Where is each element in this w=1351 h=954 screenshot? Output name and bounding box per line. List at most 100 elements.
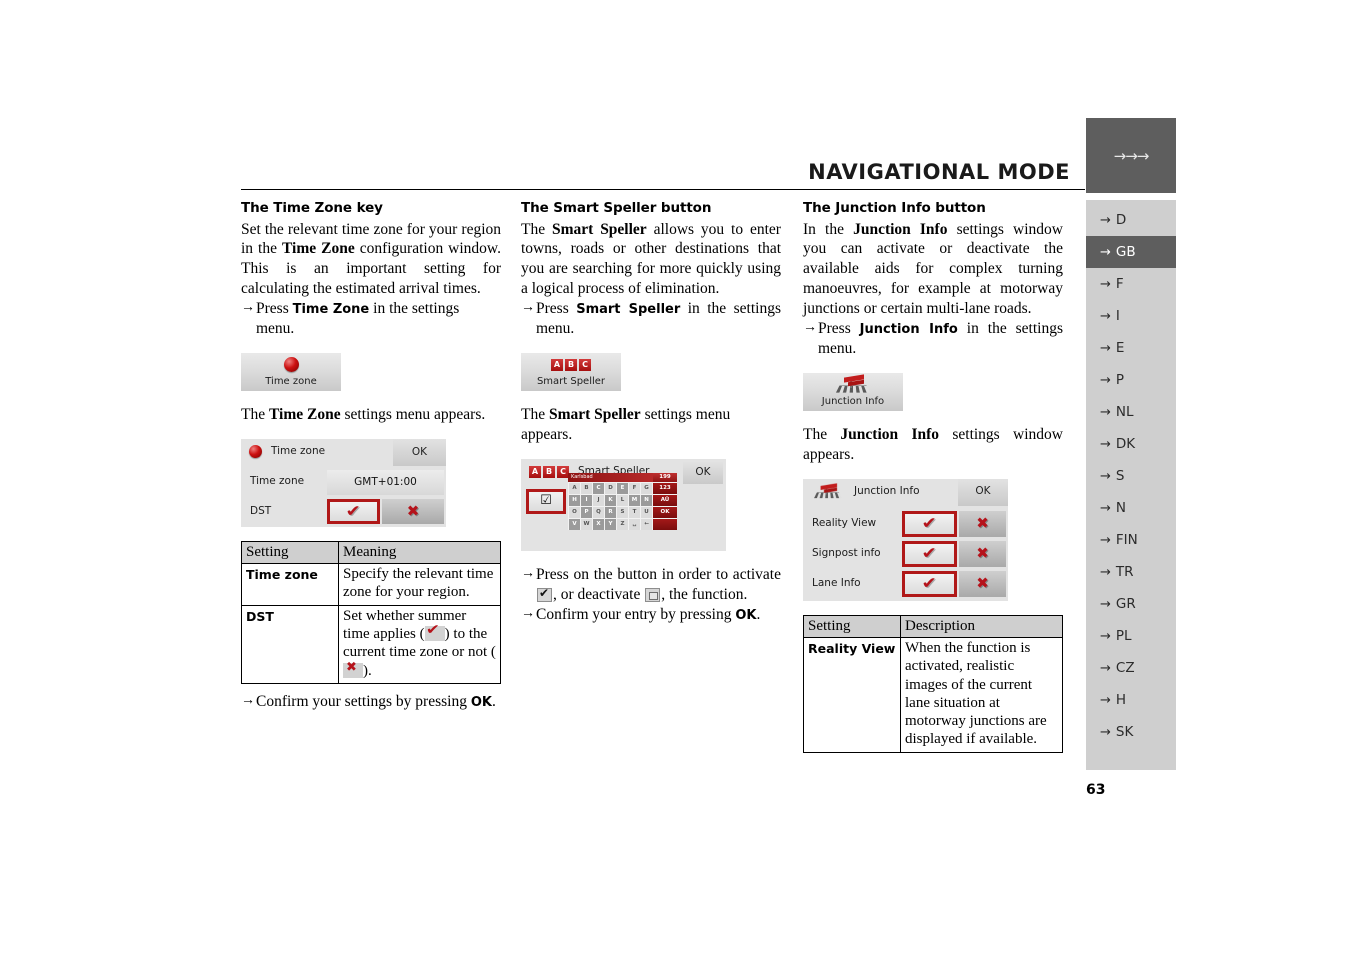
time-zone-device-button[interactable]: Time zone — [241, 352, 341, 391]
rail-item-nl[interactable]: → NL — [1086, 396, 1176, 428]
smart-speller-device-button[interactable]: ABC Smart Speller — [521, 352, 621, 391]
keyboard-key[interactable]: G — [641, 482, 652, 494]
step1-bold: Junction Info — [859, 322, 958, 338]
rail-item-n[interactable]: → N — [1086, 492, 1176, 524]
rail-item-f[interactable]: → F — [1086, 268, 1176, 300]
keyboard-key[interactable]: D — [605, 482, 616, 494]
dst-cross-button[interactable]: ✖ — [382, 498, 444, 524]
rail-item-p[interactable]: → P — [1086, 364, 1176, 396]
cross-icon — [343, 660, 363, 678]
keyboard-key[interactable]: S — [617, 506, 628, 518]
rail-item-tr[interactable]: → TR — [1086, 556, 1176, 588]
junction-cross-button[interactable]: ✖ — [959, 540, 1006, 567]
rail-item-pl[interactable]: → PL — [1086, 620, 1176, 652]
intro-bold: Smart Speller — [551, 220, 647, 238]
keyboard-key[interactable]: Y — [605, 518, 616, 530]
step2-post: , the function. — [661, 585, 748, 603]
rail-item-i[interactable]: → I — [1086, 300, 1176, 332]
keyboard-side-key-0[interactable]: 123 — [653, 482, 677, 494]
junction-cross-button[interactable]: ✖ — [959, 510, 1006, 537]
panel-ok-button[interactable]: OK — [393, 438, 446, 466]
step2-pre: Press on the button in order to activate — [536, 565, 781, 583]
keyboard-key[interactable]: H — [569, 494, 580, 506]
keyboard-key[interactable]: I — [581, 494, 592, 506]
junction-info-step-1: → Press Junction Info in the settings men… — [803, 319, 1063, 359]
abc-letter-b: B — [565, 358, 577, 371]
rail-item-dk[interactable]: → DK — [1086, 428, 1176, 460]
table-header-setting: Setting — [803, 614, 901, 639]
keyboard-key[interactable]: L — [617, 494, 628, 506]
rail-item-gr[interactable]: → GR — [1086, 588, 1176, 620]
dst-tick-button[interactable]: ✔ — [327, 498, 380, 524]
rail-item-sk[interactable]: → SK — [1086, 716, 1176, 748]
after-bold: Smart Speller — [548, 405, 641, 423]
after-pre: The — [803, 425, 841, 443]
time-zone-value-field[interactable]: GMT+01:00 — [327, 469, 444, 495]
keyboard-key[interactable]: O — [569, 506, 580, 518]
rail-item-h[interactable]: → H — [1086, 684, 1176, 716]
page-title: NAVIGATIONAL MODE — [808, 160, 1070, 184]
keyboard-key[interactable]: W — [581, 518, 592, 530]
check-icon: ✔ — [344, 501, 363, 521]
table-header-setting: Setting — [241, 540, 339, 565]
keyboard-key[interactable]: A — [569, 482, 580, 494]
arrow-icon: → — [1100, 725, 1111, 740]
rail-item-fin[interactable]: → FIN — [1086, 524, 1176, 556]
keyboard-side-key-2[interactable]: OK — [653, 506, 677, 518]
junction-tick-button[interactable]: ✔ — [902, 570, 957, 597]
panel-ok-button[interactable]: OK — [958, 478, 1008, 506]
keyboard-key[interactable]: B — [581, 482, 592, 494]
rail-item-s[interactable]: → S — [1086, 460, 1176, 492]
rail-item-e[interactable]: → E — [1086, 332, 1176, 364]
keyboard-key[interactable]: K — [605, 494, 616, 506]
arrow-icon: → — [1100, 309, 1111, 324]
keyboard-key[interactable]: P — [581, 506, 592, 518]
junction-info-device-button[interactable]: Junction Info — [803, 372, 903, 411]
keyboard-key[interactable]: C — [593, 482, 604, 494]
step1-bold: Smart Speller — [576, 302, 681, 318]
keyboard-key[interactable]: E — [617, 482, 628, 494]
junction-signpost-icon — [803, 374, 903, 394]
keyboard-key[interactable]: ← — [641, 518, 652, 530]
keyboard-key[interactable]: Q — [593, 506, 604, 518]
keyboard-key[interactable]: R — [605, 506, 616, 518]
arrow-icon: → — [241, 692, 255, 708]
time-zone-settings-panel: Time zone OK Time zone GMT+01:00 DST ✔ ✖ — [241, 438, 446, 527]
keyboard-key[interactable]: M — [629, 494, 640, 506]
keyboard-key[interactable]: ␣ — [629, 518, 640, 530]
smart-speller-button-caption: Smart Speller — [536, 375, 606, 387]
junction-tick-button[interactable]: ✔ — [902, 540, 957, 567]
keyboard-key[interactable]: X — [593, 518, 604, 530]
keyboard-key[interactable]: N — [641, 494, 652, 506]
keyboard-key[interactable]: T — [629, 506, 640, 518]
table-header-meaning: Meaning — [338, 540, 501, 565]
junction-cross-button[interactable]: ✖ — [959, 570, 1006, 597]
table-cell-meaning: Specify the relevant time zone for your … — [338, 563, 501, 606]
junction-info-settings-table: Setting Description Reality View When th… — [803, 614, 1063, 753]
rail-item-d[interactable]: → D — [1086, 204, 1176, 236]
keyboard-key[interactable]: Z — [617, 518, 628, 530]
keyboard-side-key-1[interactable]: AÜ — [653, 494, 677, 506]
keyboard-key[interactable]: V — [569, 518, 580, 530]
table-row: Reality View When the function is activa… — [803, 637, 1063, 753]
arrow-icon: → — [521, 605, 535, 621]
keyboard-side-key-filler — [653, 518, 677, 530]
junction-tick-button[interactable]: ✔ — [902, 510, 957, 537]
junction-info-settings-panel: Junction Info OK Reality View ✔ ✖ Signpost … — [803, 478, 1008, 601]
page-number: 63 — [1086, 782, 1106, 798]
after-pre: The — [241, 405, 269, 423]
keyboard-key[interactable]: F — [629, 482, 640, 494]
table-header-description: Description — [900, 614, 1063, 639]
arrow-icon: → — [1100, 661, 1111, 676]
abc-letter-a: A — [529, 465, 541, 478]
panel-ok-button[interactable]: OK — [683, 461, 723, 484]
smart-speller-toggle-button[interactable]: ☑ — [526, 488, 566, 514]
rail-item-gb[interactable]: → GB — [1086, 236, 1176, 268]
smart-speller-intro: The Smart Speller allows you to enter to… — [521, 220, 781, 300]
rail-item-cz[interactable]: → CZ — [1086, 652, 1176, 684]
step1-pre: Press — [536, 300, 577, 318]
keyboard-key[interactable]: U — [641, 506, 652, 518]
rail-item-label: F — [1115, 276, 1124, 292]
keyboard-key[interactable]: J — [593, 494, 604, 506]
smart-speller-after-button: The Smart Speller settings menu appears. — [521, 405, 781, 445]
